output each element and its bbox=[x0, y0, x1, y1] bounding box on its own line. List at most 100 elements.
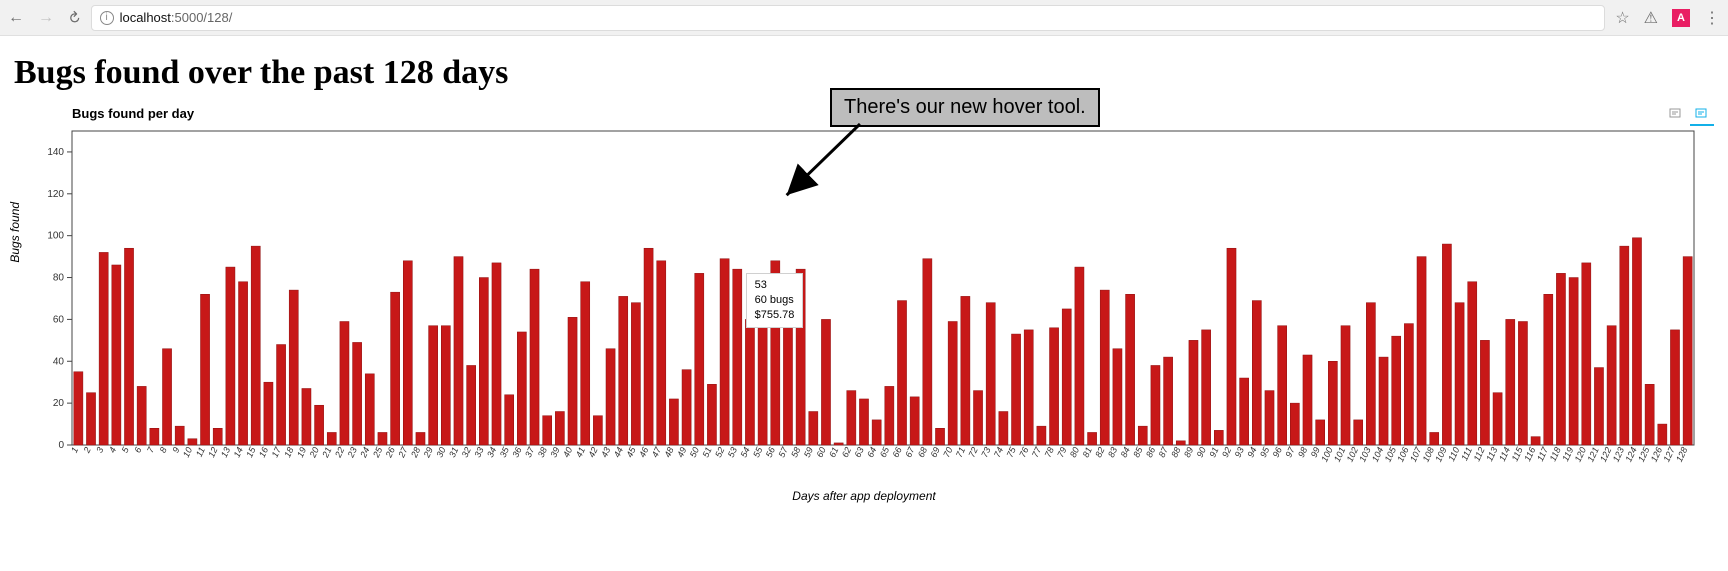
bar[interactable] bbox=[1176, 441, 1185, 445]
bar[interactable] bbox=[365, 374, 374, 445]
url-bar[interactable]: i localhost:5000/128/ bbox=[91, 5, 1606, 31]
alert-icon[interactable]: ⚠ bbox=[1644, 8, 1658, 28]
bar[interactable] bbox=[809, 412, 818, 445]
bar[interactable] bbox=[289, 290, 298, 445]
info-icon[interactable]: i bbox=[100, 11, 114, 25]
bar[interactable] bbox=[1214, 430, 1223, 445]
bar[interactable] bbox=[897, 301, 906, 445]
bar[interactable] bbox=[188, 439, 197, 445]
bar[interactable] bbox=[707, 384, 716, 445]
bar[interactable] bbox=[1442, 244, 1451, 445]
bar[interactable] bbox=[517, 332, 526, 445]
bar[interactable] bbox=[239, 282, 248, 445]
bar[interactable] bbox=[885, 386, 894, 445]
bar[interactable] bbox=[745, 319, 754, 445]
bar[interactable] bbox=[606, 349, 615, 445]
bar[interactable] bbox=[1164, 357, 1173, 445]
bar[interactable] bbox=[327, 432, 336, 445]
bar[interactable] bbox=[1404, 324, 1413, 445]
bar[interactable] bbox=[1493, 393, 1502, 445]
bar[interactable] bbox=[1632, 238, 1641, 445]
reload-icon[interactable]: ↻ bbox=[63, 7, 85, 29]
bar[interactable] bbox=[429, 326, 438, 445]
bar[interactable] bbox=[505, 395, 514, 445]
bar[interactable] bbox=[1075, 267, 1084, 445]
bar[interactable] bbox=[1468, 282, 1477, 445]
bar[interactable] bbox=[74, 372, 83, 445]
bar[interactable] bbox=[340, 321, 349, 445]
bar[interactable] bbox=[1189, 340, 1198, 445]
bar[interactable] bbox=[1126, 294, 1135, 445]
bar[interactable] bbox=[910, 397, 919, 445]
bar[interactable] bbox=[213, 428, 222, 445]
bar[interactable] bbox=[124, 248, 133, 445]
bar[interactable] bbox=[1480, 340, 1489, 445]
bar[interactable] bbox=[733, 269, 742, 445]
bar[interactable] bbox=[555, 412, 564, 445]
bar[interactable] bbox=[783, 315, 792, 445]
bar[interactable] bbox=[581, 282, 590, 445]
bar[interactable] bbox=[251, 246, 260, 445]
bar[interactable] bbox=[441, 326, 450, 445]
bar[interactable] bbox=[1670, 330, 1679, 445]
bar[interactable] bbox=[150, 428, 159, 445]
bar[interactable] bbox=[264, 382, 273, 445]
bar[interactable] bbox=[492, 263, 501, 445]
bar[interactable] bbox=[720, 259, 729, 445]
bar[interactable] bbox=[1202, 330, 1211, 445]
bar[interactable] bbox=[1683, 257, 1692, 445]
bar[interactable] bbox=[403, 261, 412, 445]
bar[interactable] bbox=[1062, 309, 1071, 445]
bar[interactable] bbox=[1265, 391, 1274, 445]
bar[interactable] bbox=[923, 259, 932, 445]
bar[interactable] bbox=[1011, 334, 1020, 445]
kebab-icon[interactable]: ⋮ bbox=[1704, 8, 1720, 28]
chart-area[interactable]: Bugs found 02040608010012014012345678910… bbox=[14, 123, 1714, 463]
bar[interactable] bbox=[999, 412, 1008, 445]
bar[interactable] bbox=[1328, 361, 1337, 445]
bar[interactable] bbox=[771, 261, 780, 445]
bar[interactable] bbox=[1316, 420, 1325, 445]
bar[interactable] bbox=[543, 416, 552, 445]
bar[interactable] bbox=[99, 252, 108, 445]
bar[interactable] bbox=[961, 296, 970, 445]
bar[interactable] bbox=[1645, 384, 1654, 445]
bar[interactable] bbox=[391, 292, 400, 445]
bar[interactable] bbox=[1506, 319, 1515, 445]
bar[interactable] bbox=[1607, 326, 1616, 445]
bar[interactable] bbox=[1658, 424, 1667, 445]
bar[interactable] bbox=[935, 428, 944, 445]
bar[interactable] bbox=[1518, 321, 1527, 445]
bar[interactable] bbox=[1252, 301, 1261, 445]
bar[interactable] bbox=[1240, 378, 1249, 445]
bar[interactable] bbox=[1544, 294, 1553, 445]
bar[interactable] bbox=[796, 269, 805, 445]
bar[interactable] bbox=[758, 292, 767, 445]
bar[interactable] bbox=[137, 386, 146, 445]
bar[interactable] bbox=[986, 303, 995, 445]
bar[interactable] bbox=[1037, 426, 1046, 445]
bar[interactable] bbox=[593, 416, 602, 445]
bar[interactable] bbox=[859, 399, 868, 445]
bar[interactable] bbox=[200, 294, 209, 445]
extension-badge[interactable]: A bbox=[1672, 9, 1690, 27]
bar[interactable] bbox=[1594, 368, 1603, 445]
bar[interactable] bbox=[302, 388, 311, 445]
bar[interactable] bbox=[1531, 437, 1540, 445]
bar[interactable] bbox=[1417, 257, 1426, 445]
bar[interactable] bbox=[872, 420, 881, 445]
bar[interactable] bbox=[847, 391, 856, 445]
star-icon[interactable]: ☆ bbox=[1615, 8, 1629, 28]
bar[interactable] bbox=[1088, 432, 1097, 445]
bar[interactable] bbox=[669, 399, 678, 445]
bar[interactable] bbox=[568, 317, 577, 445]
back-icon[interactable]: ← bbox=[8, 9, 24, 27]
bar[interactable] bbox=[619, 296, 628, 445]
bar[interactable] bbox=[1430, 432, 1439, 445]
bar[interactable] bbox=[1366, 303, 1375, 445]
bar[interactable] bbox=[631, 303, 640, 445]
bar[interactable] bbox=[1455, 303, 1464, 445]
bar[interactable] bbox=[416, 432, 425, 445]
bar[interactable] bbox=[644, 248, 653, 445]
bar[interactable] bbox=[1303, 355, 1312, 445]
